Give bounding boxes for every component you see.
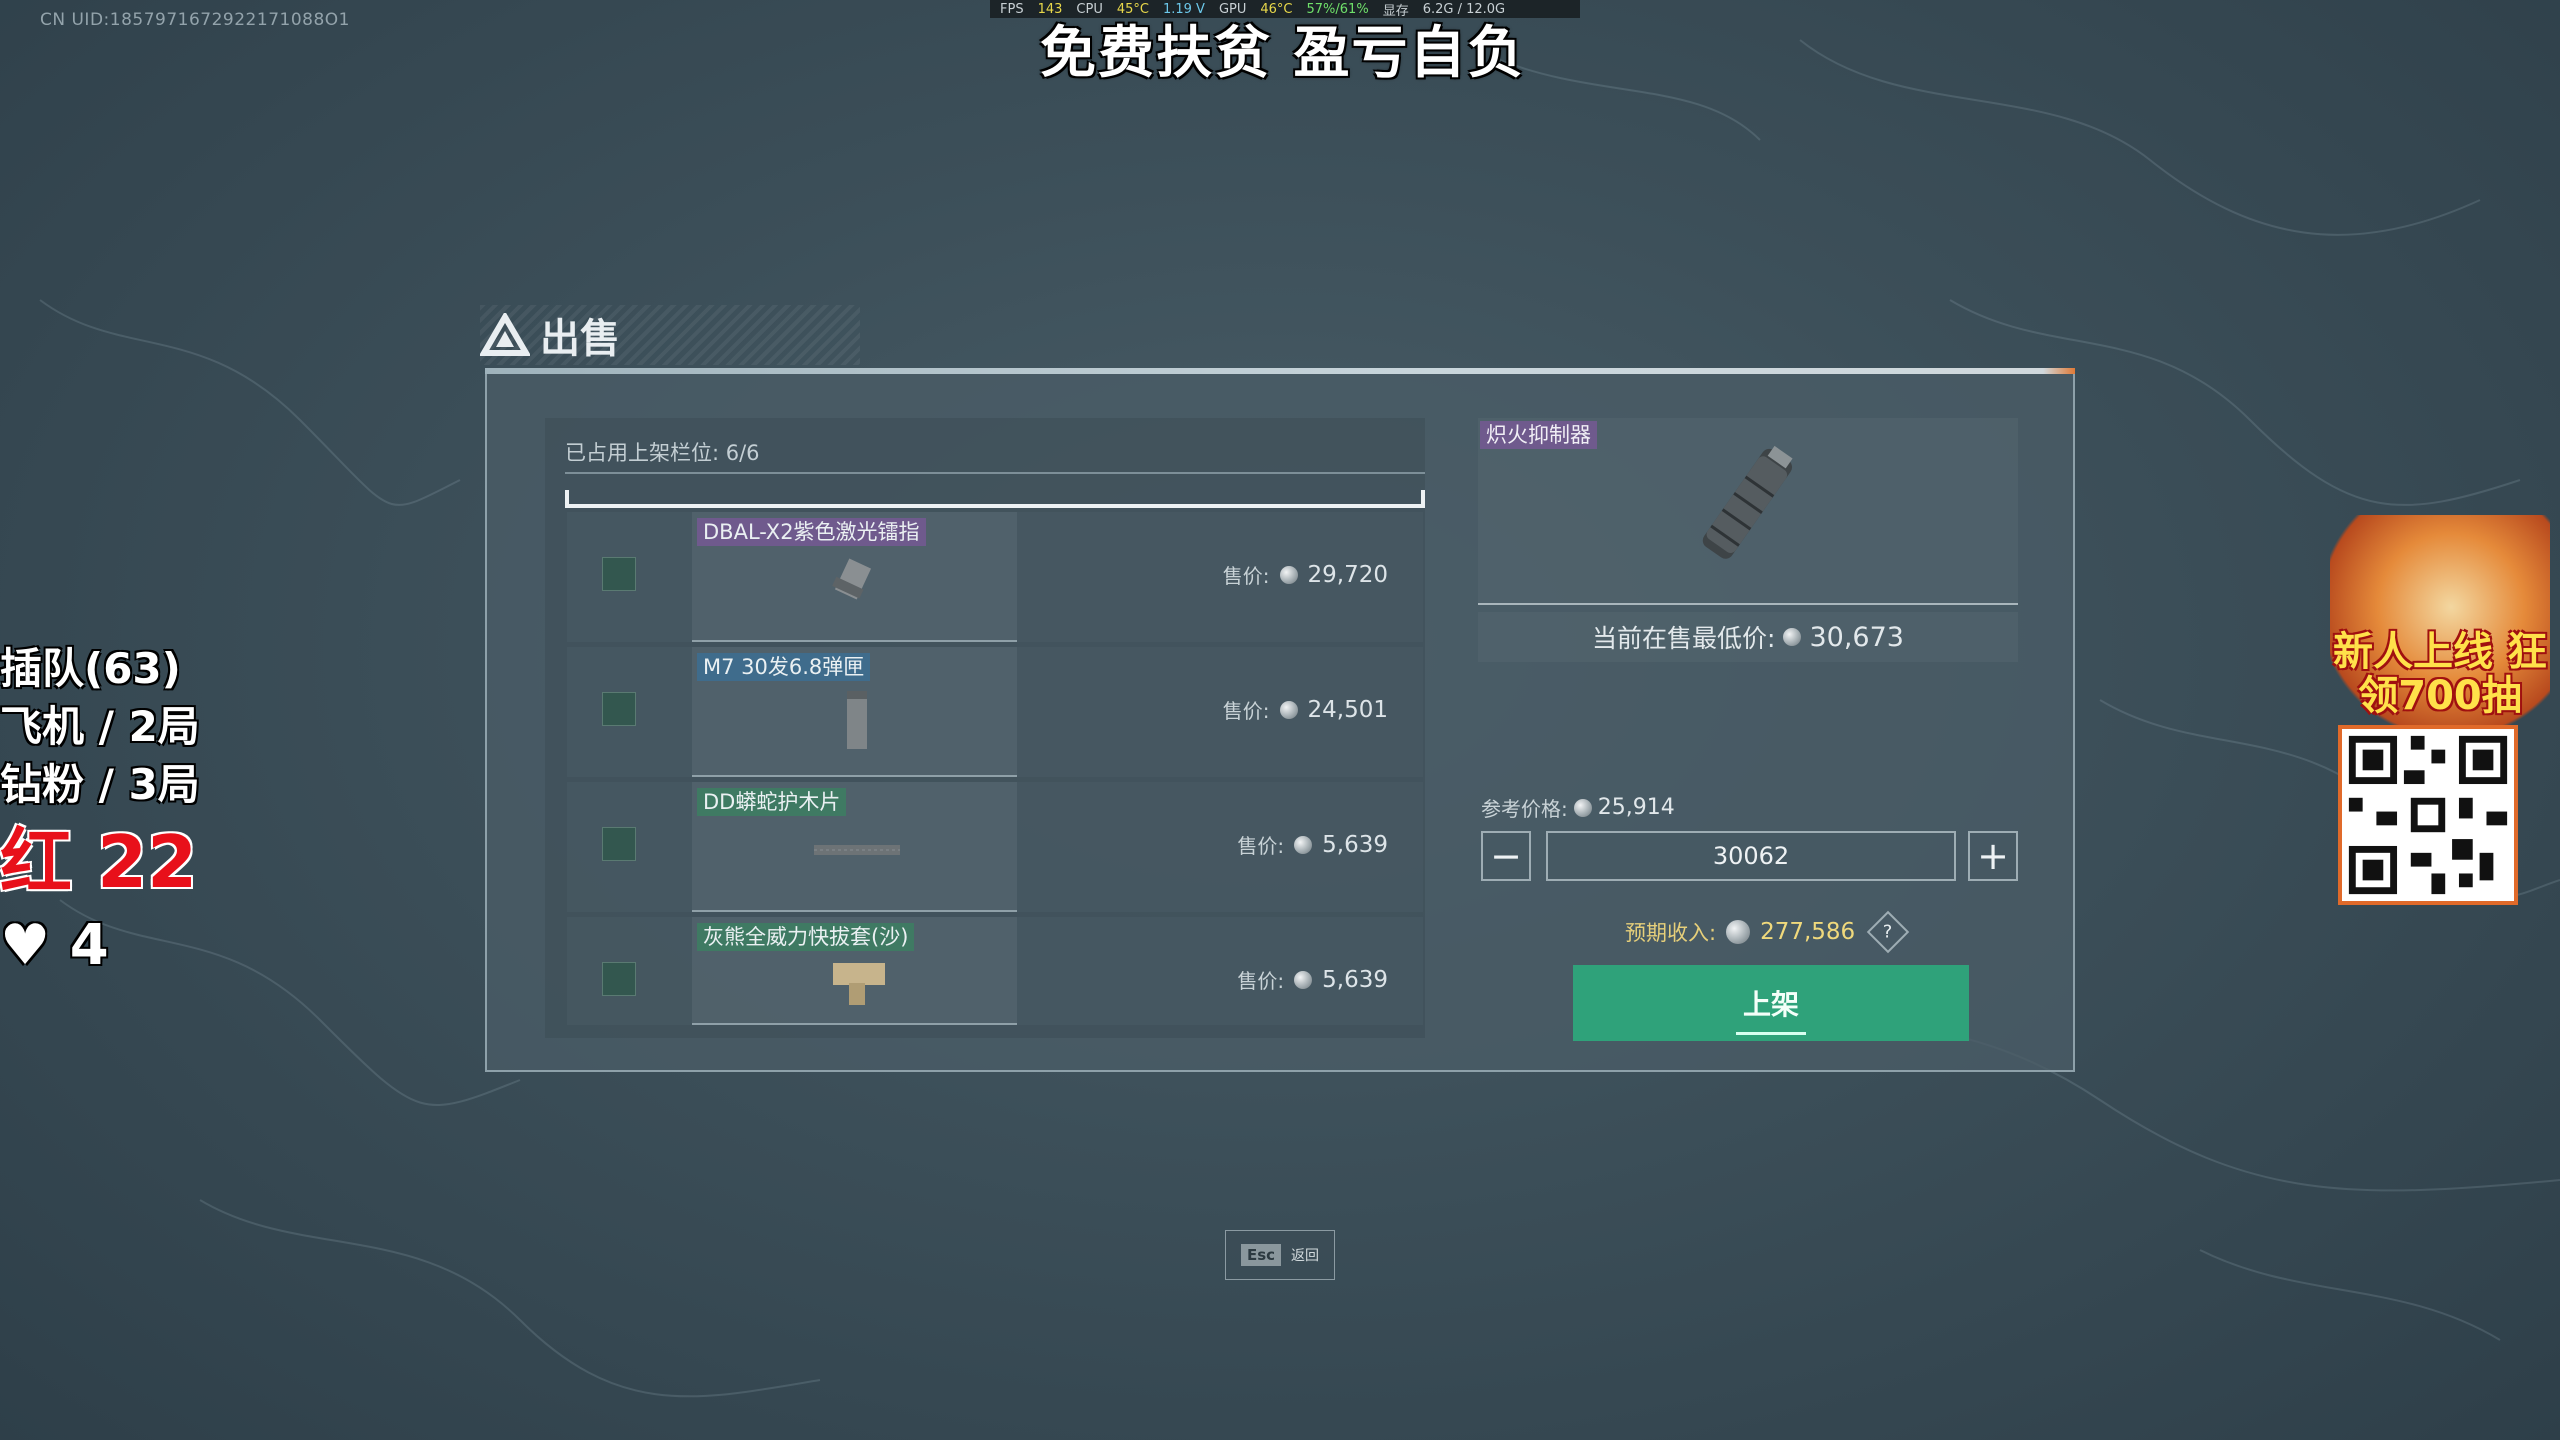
reference-price-label: 参考价格: bbox=[1481, 797, 1568, 821]
button-underline bbox=[1736, 1032, 1806, 1035]
item-name-tag: DD蟒蛇护木片 bbox=[697, 788, 847, 816]
heart-count: 4 bbox=[69, 913, 109, 978]
minus-icon: − bbox=[1490, 834, 1522, 878]
uid-label: CN UID:1857971672922171088O1 bbox=[40, 10, 350, 30]
lowest-price-row: 当前在售最低价: 30,673 bbox=[1478, 612, 2018, 662]
coin-icon bbox=[1573, 798, 1592, 817]
item-name-tag: 灰熊全威力快拔套(沙) bbox=[697, 923, 915, 951]
esc-back-button[interactable]: Esc 返回 bbox=[1225, 1230, 1335, 1280]
coin-icon bbox=[1726, 920, 1751, 944]
expected-income-value: 277,586 bbox=[1760, 919, 1856, 945]
list-button-label: 上架 bbox=[1742, 988, 1799, 1021]
price-label: 售价: bbox=[1222, 564, 1270, 588]
slots-divider bbox=[565, 472, 1425, 474]
item-checkbox[interactable] bbox=[602, 692, 636, 726]
reference-price-value: 25,914 bbox=[1597, 795, 1675, 820]
red-count: 红 22 bbox=[0, 820, 198, 904]
detail-item-name: 炽火抑制器 bbox=[1480, 421, 1597, 449]
listing-item[interactable]: DBAL-X2紫色激光镭指 售价: 29,720 bbox=[567, 512, 1423, 642]
stream-overlay-stats: 插队(63) 飞机 / 2局 钻粉 / 3局 红 22 ♥ 4 bbox=[0, 640, 200, 982]
decrease-price-button[interactable]: − bbox=[1481, 831, 1531, 881]
coin-icon bbox=[1279, 565, 1298, 584]
diamond-rounds: 钻粉 / 3局 bbox=[0, 760, 200, 809]
item-price: 售价: 5,639 bbox=[1237, 965, 1388, 994]
fps-label: FPS bbox=[1000, 1, 1024, 17]
item-name-tag: M7 30发6.8弹匣 bbox=[697, 653, 871, 681]
back-label: 返回 bbox=[1291, 1248, 1320, 1264]
dialog-header: 出售 bbox=[480, 305, 860, 365]
price-value: 5,639 bbox=[1322, 831, 1388, 858]
item-checkbox[interactable] bbox=[602, 827, 636, 861]
help-icon[interactable]: ? bbox=[1866, 910, 1910, 954]
stream-title: 免费扶贫 盈亏自负 bbox=[1040, 21, 1526, 86]
item-checkbox[interactable] bbox=[602, 962, 636, 996]
header-stripes bbox=[480, 305, 860, 365]
item-price: 售价: 24,501 bbox=[1223, 695, 1388, 724]
heart-count-row: ♥ 4 bbox=[0, 910, 200, 982]
increase-price-button[interactable]: + bbox=[1968, 831, 2018, 881]
price-value: 5,639 bbox=[1322, 966, 1388, 993]
slots-used-label: 已占用上架栏位: 6/6 bbox=[565, 441, 760, 465]
reference-price-row: 参考价格: 25,914 bbox=[1481, 793, 1675, 822]
plus-icon: + bbox=[1977, 834, 2009, 878]
listing-item[interactable]: M7 30发6.8弹匣 售价: 24,501 bbox=[567, 647, 1423, 777]
qr-code-icon bbox=[2338, 725, 2518, 905]
lowest-price-label: 当前在售最低价: bbox=[1592, 624, 1776, 653]
item-price: 售价: 29,720 bbox=[1223, 560, 1388, 589]
price-label: 售价: bbox=[1237, 969, 1285, 993]
handguard-panel-icon bbox=[814, 845, 900, 855]
coin-icon bbox=[1294, 970, 1313, 989]
promo-banner: 新人上线 狂领700抽 bbox=[2320, 515, 2550, 915]
queue-count: 插队(63) bbox=[0, 644, 181, 693]
listing-item[interactable]: DD蟒蛇护木片 售价: 5,639 bbox=[567, 782, 1423, 912]
coin-icon bbox=[1783, 628, 1802, 646]
esc-key-label: Esc bbox=[1240, 1244, 1282, 1266]
expected-income-label: 预期收入: bbox=[1625, 921, 1717, 945]
heart-icon: ♥ bbox=[0, 913, 51, 978]
price-value: 29,720 bbox=[1307, 561, 1388, 588]
list-item-button[interactable]: 上架 bbox=[1573, 965, 1969, 1041]
promo-text: 新人上线 狂领700抽 bbox=[2333, 629, 2547, 719]
price-label: 售价: bbox=[1237, 834, 1285, 858]
item-name-tag: DBAL-X2紫色激光镭指 bbox=[697, 518, 926, 546]
magazine-icon bbox=[847, 691, 867, 749]
expected-income-row: 预期收入: 277,586 ? bbox=[1625, 910, 1910, 954]
dialog-title: 出售 bbox=[540, 316, 620, 362]
listing-item[interactable]: 灰熊全威力快拔套(沙) 售价: 5,639 bbox=[567, 917, 1423, 1025]
coin-icon bbox=[1279, 700, 1298, 719]
item-price: 售价: 5,639 bbox=[1237, 830, 1388, 859]
listing-tab-indicator bbox=[565, 490, 1425, 508]
item-checkbox[interactable] bbox=[602, 557, 636, 591]
laser-sight-icon bbox=[832, 558, 872, 600]
holster-icon bbox=[833, 963, 885, 1005]
price-input[interactable] bbox=[1546, 831, 1956, 881]
help-glyph: ? bbox=[1883, 921, 1893, 943]
triangle-logo-icon bbox=[480, 313, 530, 356]
plane-rounds: 飞机 / 2局 bbox=[0, 702, 200, 751]
price-value: 24,501 bbox=[1307, 696, 1388, 723]
coin-icon bbox=[1294, 835, 1313, 854]
price-label: 售价: bbox=[1222, 699, 1270, 723]
suppressor-icon bbox=[1702, 445, 1793, 559]
lowest-price-value: 30,673 bbox=[1809, 621, 1904, 653]
